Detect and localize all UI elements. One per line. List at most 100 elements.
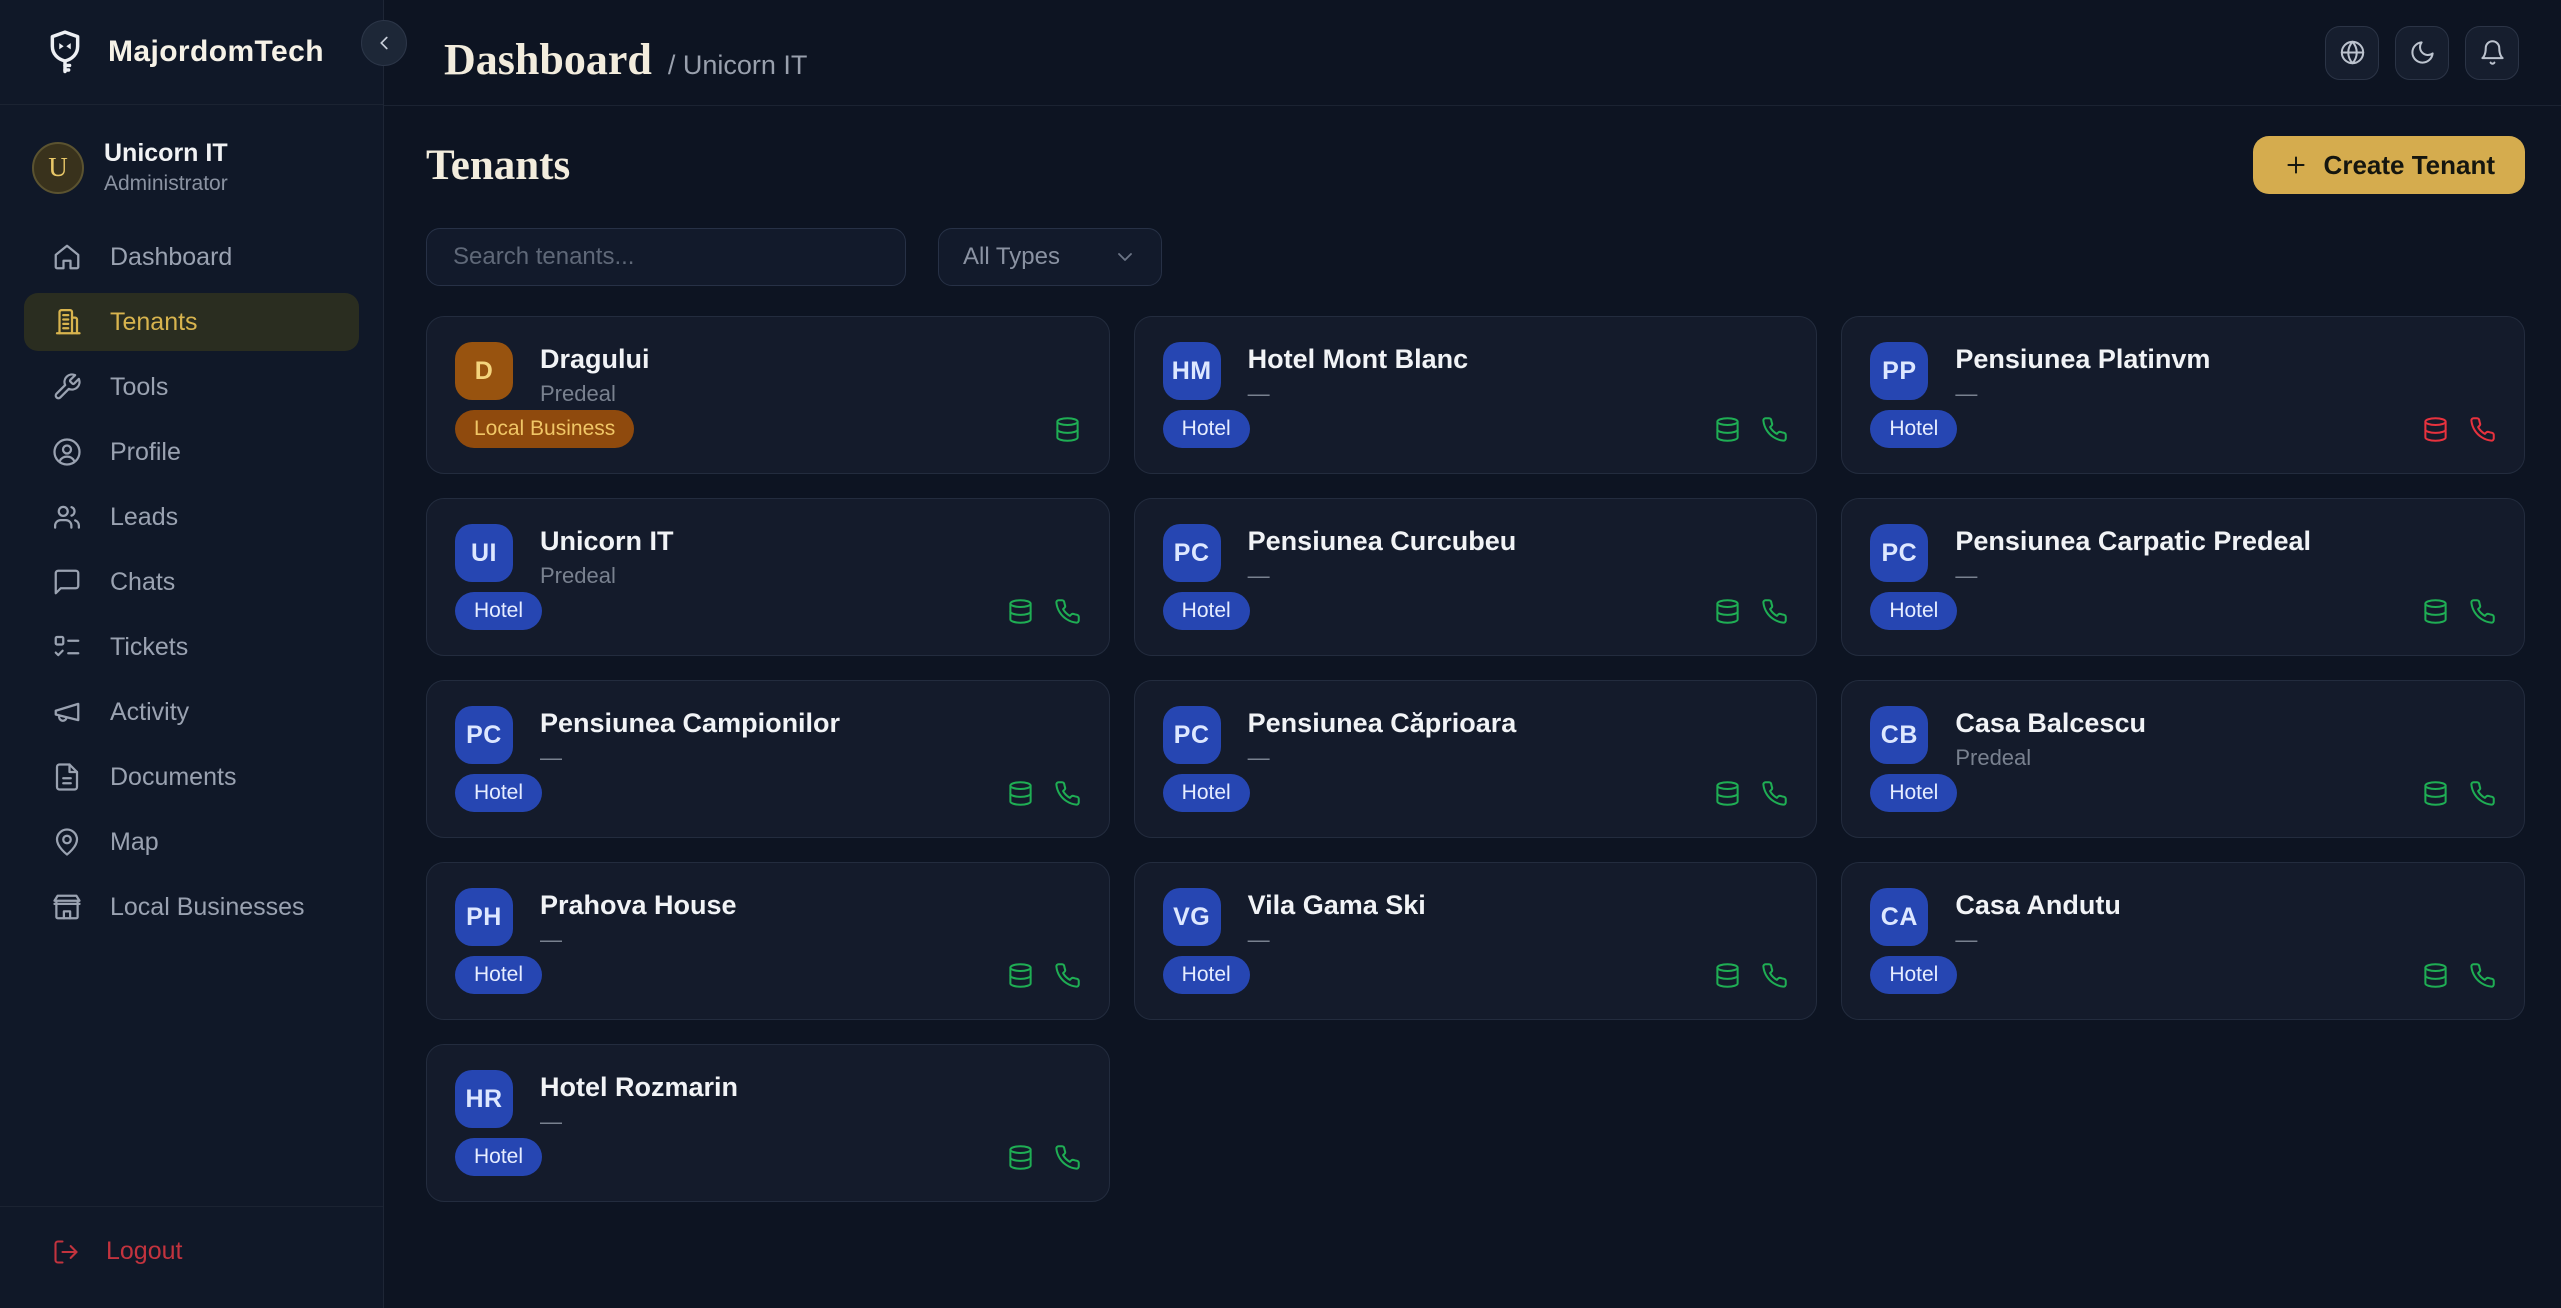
plus-icon bbox=[2283, 152, 2309, 178]
tenant-card[interactable]: CACasa Andutu—Hotel bbox=[1841, 862, 2525, 1020]
theme-toggle-button[interactable] bbox=[2395, 26, 2449, 80]
database-icon bbox=[1714, 416, 1741, 443]
logout-button[interactable]: Logout bbox=[52, 1237, 331, 1266]
database-icon bbox=[2422, 598, 2449, 625]
tenant-card-bottom: Hotel bbox=[455, 774, 1081, 812]
notifications-button[interactable] bbox=[2465, 26, 2519, 80]
tenant-card[interactable]: DDraguluiPredealLocal Business bbox=[426, 316, 1110, 474]
section-title: Tenants bbox=[426, 141, 570, 190]
topbar: Dashboard / Unicorn IT bbox=[384, 0, 2561, 106]
tenant-grid: D Dragului Predeal Local Business HMHotel Mo… bbox=[420, 316, 2525, 1202]
tenant-card[interactable]: CBCasa BalcescuPredealHotel bbox=[1841, 680, 2525, 838]
brand-header: MajordomTech bbox=[0, 0, 383, 105]
tenant-status-icons bbox=[2422, 416, 2496, 443]
user-chip: U Unicorn IT Administrator bbox=[0, 105, 383, 222]
tenant-card-top: PC Pensiunea Carpatic Predeal — bbox=[1870, 524, 2496, 589]
phone-icon bbox=[1761, 962, 1788, 989]
sidebar-item-documents[interactable]: Documents bbox=[24, 748, 359, 806]
tenant-card[interactable]: HMHotel Mont Blanc—Hotel bbox=[1134, 316, 1818, 474]
bell-icon bbox=[2479, 39, 2506, 66]
tenant-card-top: PCPensiunea Campionilor— bbox=[455, 706, 1081, 771]
tenant-location: — bbox=[1955, 563, 2311, 589]
tenant-card[interactable]: PC Pensiunea Carpatic Predeal — Hotel bbox=[1841, 498, 2525, 656]
tenant-avatar: VG bbox=[1163, 888, 1221, 946]
database-icon bbox=[1007, 1144, 1034, 1171]
tenant-location: Predeal bbox=[540, 563, 674, 589]
tenant-avatar: PH bbox=[455, 888, 513, 946]
sidebar-item-local-businesses[interactable]: Local Businesses bbox=[24, 878, 359, 936]
tenant-card-bottom: Hotel bbox=[1163, 774, 1789, 812]
sidebar-item-dashboard[interactable]: Dashboard bbox=[24, 228, 359, 286]
user-role: Administrator bbox=[104, 172, 228, 196]
logout-row: Logout bbox=[0, 1206, 383, 1308]
sidebar-item-label: Leads bbox=[110, 503, 178, 532]
create-tenant-button[interactable]: Create Tenant bbox=[2253, 136, 2525, 194]
page-title: Dashboard bbox=[444, 34, 652, 85]
phone-icon bbox=[1054, 598, 1081, 625]
tenant-name: Pensiunea Campionilor bbox=[540, 708, 840, 739]
sidebar-item-tickets[interactable]: Tickets bbox=[24, 618, 359, 676]
phone-icon bbox=[1054, 1144, 1081, 1171]
tenant-card-bottom: Hotel bbox=[1870, 956, 2496, 994]
tenant-status-icons bbox=[1054, 416, 1081, 443]
language-button[interactable] bbox=[2325, 26, 2379, 80]
tenant-avatar: D bbox=[455, 342, 513, 400]
main-area: Dashboard / Unicorn IT Tenants Create Te… bbox=[384, 0, 2561, 1308]
tenant-location: — bbox=[1248, 927, 1426, 953]
phone-icon bbox=[2469, 780, 2496, 807]
phone-icon bbox=[1761, 416, 1788, 443]
building-icon bbox=[52, 307, 82, 337]
sidebar-item-chats[interactable]: Chats bbox=[24, 553, 359, 611]
tenant-avatar: CB bbox=[1870, 706, 1928, 764]
sidebar: MajordomTech U Unicorn IT Administrator … bbox=[0, 0, 384, 1308]
megaphone-icon bbox=[52, 697, 82, 727]
sidebar-nav: Dashboard Tenants Tools Profile Leads Chats Ti… bbox=[0, 222, 383, 1206]
store-icon bbox=[52, 892, 82, 922]
wrench-icon bbox=[52, 372, 82, 402]
search-input[interactable] bbox=[426, 228, 906, 286]
brand-name: MajordomTech bbox=[108, 35, 324, 69]
tenant-card[interactable]: UIUnicorn ITPredealHotel bbox=[426, 498, 1110, 656]
tenant-card[interactable]: HRHotel Rozmarin—Hotel bbox=[426, 1044, 1110, 1202]
sidebar-item-activity[interactable]: Activity bbox=[24, 683, 359, 741]
tenant-name: Pensiunea Carpatic Predeal bbox=[1955, 526, 2311, 557]
logout-icon bbox=[52, 1238, 80, 1266]
tenant-card[interactable]: PCPensiunea Căprioara—Hotel bbox=[1134, 680, 1818, 838]
tenant-avatar: PC bbox=[1163, 524, 1221, 582]
tenant-card[interactable]: PPPensiunea Platinvm—Hotel bbox=[1841, 316, 2525, 474]
tenant-type-badge: Hotel bbox=[1870, 774, 1957, 812]
globe-icon bbox=[2339, 39, 2366, 66]
database-icon bbox=[1714, 962, 1741, 989]
sidebar-item-map[interactable]: Map bbox=[24, 813, 359, 871]
tenant-card-bottom: Hotel bbox=[1870, 410, 2496, 448]
sidebar-item-label: Tools bbox=[110, 373, 168, 402]
tenant-card-bottom: Hotel bbox=[1870, 592, 2496, 630]
tenant-card-top: PCPensiunea Căprioara— bbox=[1163, 706, 1789, 771]
sidebar-item-profile[interactable]: Profile bbox=[24, 423, 359, 481]
tenant-type-badge: Hotel bbox=[1163, 956, 1250, 994]
tenant-avatar: CA bbox=[1870, 888, 1928, 946]
tenant-card-top: VGVila Gama Ski— bbox=[1163, 888, 1789, 953]
sidebar-item-label: Chats bbox=[110, 568, 175, 597]
tenant-card[interactable]: PHPrahova House—Hotel bbox=[426, 862, 1110, 1020]
sidebar-item-tools[interactable]: Tools bbox=[24, 358, 359, 416]
sidebar-collapse-button[interactable] bbox=[361, 20, 407, 66]
tenant-avatar: PC bbox=[1870, 524, 1928, 582]
tenant-location: — bbox=[540, 745, 840, 771]
tenant-card[interactable]: PCPensiunea Curcubeu—Hotel bbox=[1134, 498, 1818, 656]
tenant-card-top: CBCasa BalcescuPredeal bbox=[1870, 706, 2496, 771]
tenant-card-top: PPPensiunea Platinvm— bbox=[1870, 342, 2496, 407]
tenant-card[interactable]: VGVila Gama Ski—Hotel bbox=[1134, 862, 1818, 1020]
sidebar-item-tenants[interactable]: Tenants bbox=[24, 293, 359, 351]
sidebar-item-leads[interactable]: Leads bbox=[24, 488, 359, 546]
phone-icon bbox=[2469, 962, 2496, 989]
document-icon bbox=[52, 762, 82, 792]
tenant-card[interactable]: PCPensiunea Campionilor—Hotel bbox=[426, 680, 1110, 838]
tenant-name: Dragului bbox=[540, 344, 650, 375]
user-name: Unicorn IT bbox=[104, 139, 228, 168]
tenant-name: Casa Andutu bbox=[1955, 890, 2121, 921]
tenant-status-icons bbox=[1007, 598, 1081, 625]
tenant-type-badge: Hotel bbox=[455, 774, 542, 812]
tenant-type-badge: Local Business bbox=[455, 410, 634, 448]
type-filter-select[interactable]: All Types bbox=[938, 228, 1162, 286]
